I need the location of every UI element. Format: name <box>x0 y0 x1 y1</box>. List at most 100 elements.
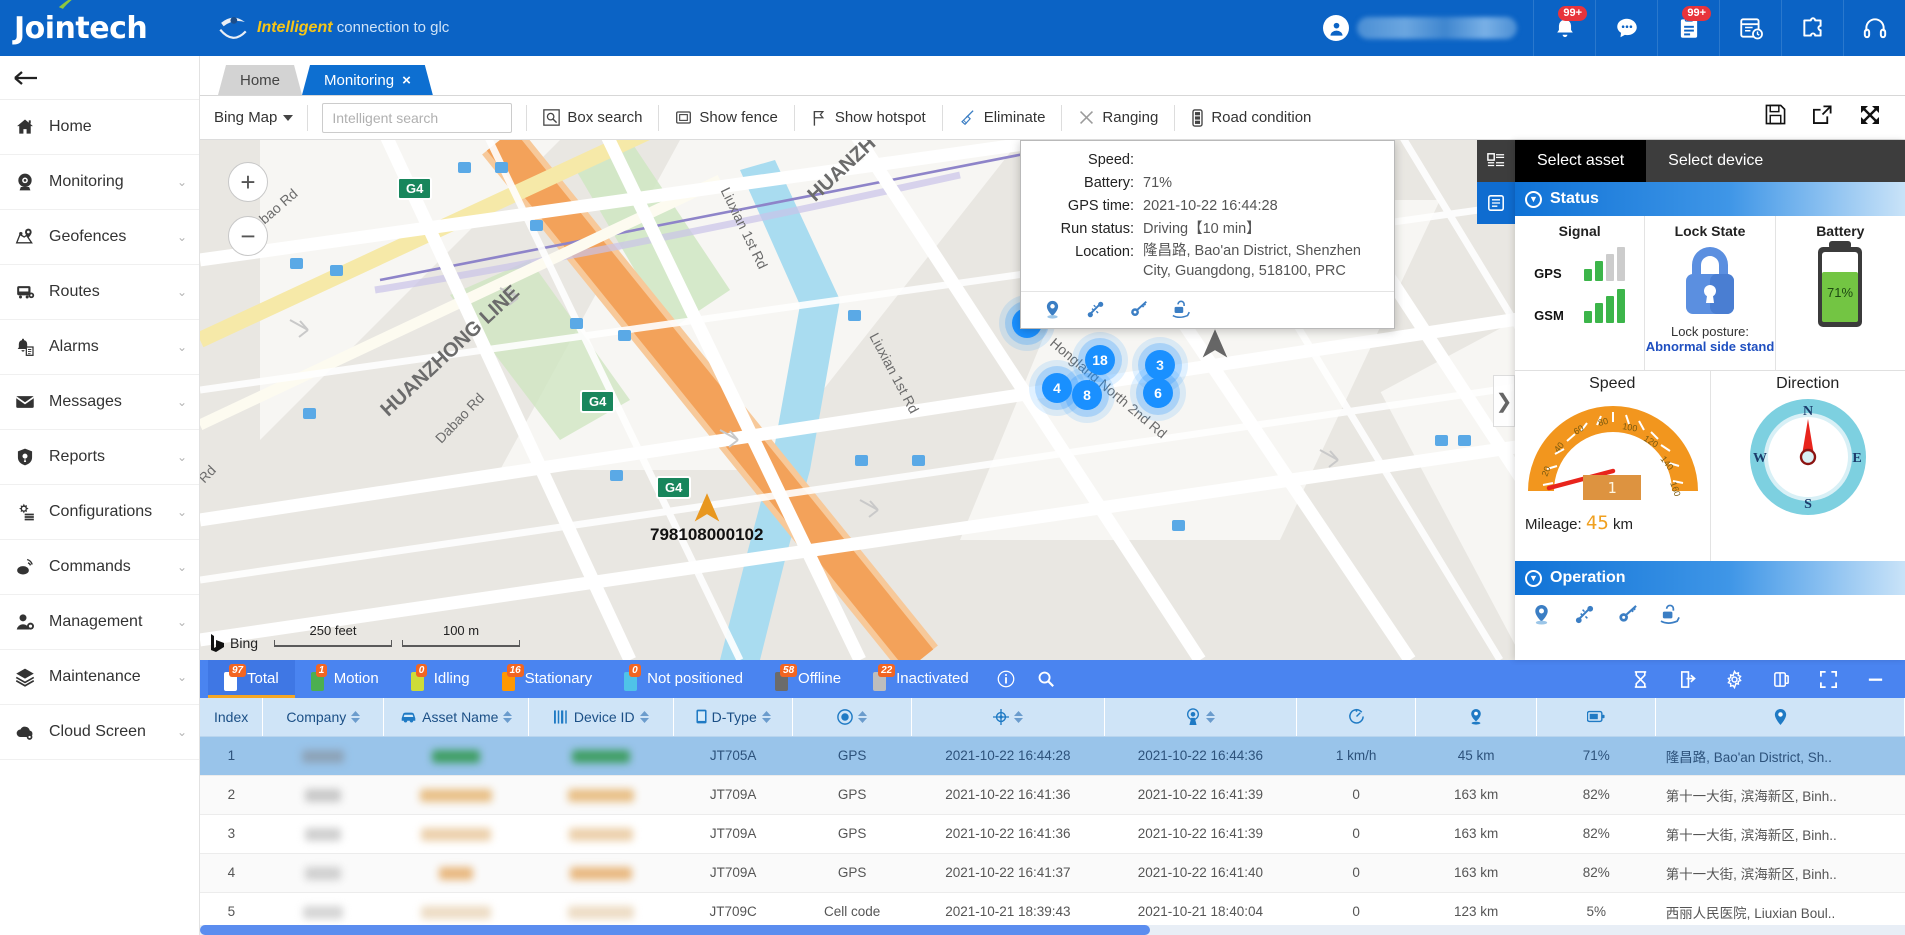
col-dtype[interactable]: D-Type <box>673 698 794 737</box>
messages-button[interactable] <box>1595 0 1657 56</box>
fullscreen-icon[interactable] <box>1819 670 1838 689</box>
asset-table[interactable]: Index Company Asset Name Device ID D-Typ… <box>200 698 1905 935</box>
fullscreen-button[interactable] <box>1859 104 1881 131</box>
col-location[interactable] <box>1655 698 1905 737</box>
open-external-button[interactable] <box>1812 104 1833 131</box>
search-icon[interactable] <box>1037 670 1055 688</box>
tab-select-asset[interactable]: Select asset <box>1515 140 1647 182</box>
unlock-hand-icon[interactable] <box>1172 300 1191 319</box>
sidebar-item-geofences[interactable]: Geofences ⌄ <box>0 210 199 265</box>
sidebar-item-messages[interactable]: Messages ⌄ <box>0 375 199 430</box>
map-info-popup[interactable]: Speed: Battery: 71% GPS time: 2021-10-22… <box>1020 140 1395 329</box>
show-fence-button[interactable]: Show fence <box>659 104 793 132</box>
sidebar-item-home[interactable]: Home <box>0 100 199 155</box>
table-row[interactable]: 4 JT709A GPS 2021-10-22 16:41:37 2021-10… <box>200 853 1905 893</box>
tab-close-icon[interactable]: × <box>402 72 411 89</box>
scrollbar-thumb[interactable] <box>200 925 1150 935</box>
col-asset-name[interactable]: Asset Name <box>383 698 530 737</box>
tab-select-device[interactable]: Select device <box>1646 140 1785 182</box>
zoom-in-button[interactable]: + <box>228 162 268 202</box>
sidebar-item-routes[interactable]: Routes ⌄ <box>0 265 199 320</box>
locate-icon[interactable] <box>1043 300 1062 319</box>
status-filter-motion[interactable]: 1 Motion <box>295 660 395 698</box>
map-cluster-marker[interactable]: 4 <box>1042 373 1072 403</box>
unlock-hand-icon[interactable] <box>1660 604 1681 625</box>
col-positioning-type[interactable] <box>792 698 913 737</box>
support-button[interactable] <box>1843 0 1905 56</box>
popup-value: Driving【10 min】 <box>1143 221 1261 237</box>
track-icon[interactable] <box>1086 300 1105 319</box>
search-input[interactable] <box>322 102 513 133</box>
sidebar-item-reports[interactable]: Reports ⌄ <box>0 430 199 485</box>
key-icon[interactable] <box>1617 604 1638 625</box>
track-icon[interactable] <box>1574 604 1595 625</box>
table-row[interactable]: 3 JT709A GPS 2021-10-22 16:41:36 2021-10… <box>200 814 1905 854</box>
plugins-button[interactable] <box>1781 0 1843 56</box>
col-device-id[interactable]: Device ID <box>528 698 675 737</box>
signal-title: Signal <box>1558 223 1601 239</box>
eliminate-button[interactable]: Eliminate <box>943 104 1062 132</box>
brand-logo[interactable]: Jointech <box>0 0 200 56</box>
tab-home[interactable]: Home <box>218 65 302 95</box>
sidebar-item-maintenance[interactable]: Maintenance ⌄ <box>0 650 199 705</box>
sidebar-item-management[interactable]: Management ⌄ <box>0 595 199 650</box>
user-account[interactable] <box>1307 0 1533 56</box>
col-speed[interactable] <box>1296 698 1417 737</box>
info-icon[interactable] <box>997 670 1015 688</box>
list-view-tab[interactable] <box>1477 182 1515 224</box>
map-cluster-marker[interactable]: 6 <box>1143 378 1173 408</box>
col-battery[interactable] <box>1536 698 1657 737</box>
table-horizontal-scrollbar[interactable] <box>200 925 1905 935</box>
settings-gear-icon[interactable] <box>1725 669 1744 689</box>
tab-monitoring[interactable]: Monitoring × <box>302 65 433 95</box>
sidebar-collapse-button[interactable] <box>0 56 199 100</box>
col-index[interactable]: Index <box>200 698 264 737</box>
export-icon[interactable] <box>1678 670 1697 689</box>
copy-icon[interactable] <box>1772 670 1791 689</box>
sort-icon <box>1206 710 1216 723</box>
hourglass-icon[interactable] <box>1631 670 1650 689</box>
operation-section-header[interactable]: ▼ Operation <box>1515 561 1905 595</box>
map-cluster-marker[interactable]: 3 <box>1145 350 1175 380</box>
status-section-header[interactable]: ▼ Status <box>1515 182 1905 216</box>
zoom-out-button[interactable]: − <box>228 216 268 256</box>
status-filter-total[interactable]: 97 Total <box>208 660 295 698</box>
sidebar-item-monitoring[interactable]: Monitoring ⌄ <box>0 155 199 210</box>
minimize-icon[interactable] <box>1866 670 1885 689</box>
col-company[interactable]: Company <box>262 698 385 737</box>
col-mileage[interactable] <box>1415 698 1538 737</box>
vehicle-heading-arrow-icon[interactable] <box>692 492 722 524</box>
save-button[interactable] <box>1765 104 1786 131</box>
road-condition-button[interactable]: Road condition <box>1175 104 1327 132</box>
sort-icon <box>1013 710 1023 723</box>
status-filter-offline[interactable]: 58 Offline <box>759 660 857 698</box>
sidebar-item-cloud-screen[interactable]: Cloud Screen ⌄ <box>0 705 199 760</box>
cell-speed: 0 <box>1296 814 1416 854</box>
status-filter-inactivated[interactable]: 22 Inactivated <box>857 660 985 698</box>
show-hotspot-button[interactable]: Show hotspot <box>795 104 942 132</box>
col-gps-time[interactable] <box>911 698 1105 737</box>
map-provider-select[interactable]: Bing Map <box>214 109 307 126</box>
grid-view-tab[interactable] <box>1477 140 1515 182</box>
status-filter-not-positioned[interactable]: 0 Not positioned <box>608 660 759 698</box>
notifications-button[interactable]: 99+ <box>1533 0 1595 56</box>
col-receive-time[interactable] <box>1104 698 1298 737</box>
map-cluster-marker[interactable]: 18 <box>1085 345 1115 375</box>
table-row[interactable]: 2 JT709A GPS 2021-10-22 16:41:36 2021-10… <box>200 775 1905 815</box>
status-filter-idling[interactable]: 0 Idling <box>395 660 486 698</box>
sidebar-item-alarms[interactable]: Alarms ⌄ <box>0 320 199 375</box>
vehicle-heading-arrow-icon[interactable] <box>1200 328 1230 360</box>
key-icon[interactable] <box>1129 300 1148 319</box>
sidebar-item-commands[interactable]: Commands ⌄ <box>0 540 199 595</box>
table-row[interactable]: 1 JT705A GPS 2021-10-22 16:44:28 2021-10… <box>200 736 1905 776</box>
locate-icon[interactable] <box>1531 604 1552 625</box>
headset-icon <box>1863 18 1886 39</box>
panel-collapse-button[interactable]: ❯ <box>1493 375 1515 427</box>
ranging-button[interactable]: Ranging <box>1062 104 1174 132</box>
map-cluster-marker[interactable]: 8 <box>1072 380 1102 410</box>
tasks-button[interactable]: 99+ <box>1657 0 1719 56</box>
schedule-button[interactable] <box>1719 0 1781 56</box>
box-search-button[interactable]: Box search <box>527 104 658 132</box>
sidebar-item-configurations[interactable]: Configurations ⌄ <box>0 485 199 540</box>
status-filter-stationary[interactable]: 16 Stationary <box>486 660 609 698</box>
